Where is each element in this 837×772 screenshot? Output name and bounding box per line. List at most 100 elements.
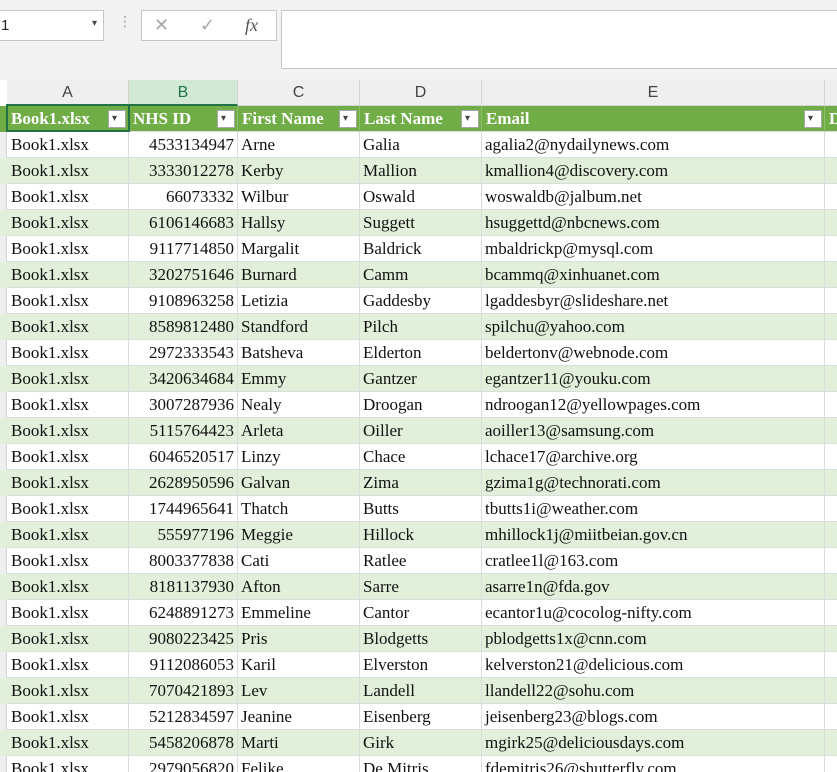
table-cell[interactable] — [825, 470, 837, 496]
column-header-e[interactable]: E — [482, 80, 825, 106]
table-cell[interactable]: 555977196 — [129, 522, 238, 548]
table-cell[interactable] — [825, 496, 837, 522]
table-cell[interactable]: Butts — [360, 496, 482, 522]
table-cell[interactable]: Letizia — [238, 288, 360, 314]
table-cell[interactable]: Cantor — [360, 600, 482, 626]
table-cell[interactable]: 8589812480 — [129, 314, 238, 340]
table-cell[interactable]: Suggett — [360, 210, 482, 236]
table-cell[interactable]: Elderton — [360, 340, 482, 366]
table-cell[interactable] — [825, 418, 837, 444]
filter-dropdown-icon[interactable]: ▾ — [217, 110, 235, 128]
table-cell[interactable] — [825, 652, 837, 678]
table-cell[interactable]: Margalit — [238, 236, 360, 262]
table-cell[interactable]: Arne — [238, 132, 360, 158]
table-cell[interactable] — [825, 392, 837, 418]
table-cell[interactable]: Book1.xlsx — [7, 236, 129, 262]
table-cell[interactable]: Pilch — [360, 314, 482, 340]
table-cell[interactable]: spilchu@yahoo.com — [482, 314, 825, 340]
table-cell[interactable]: Standford — [238, 314, 360, 340]
table-cell[interactable]: Ratlee — [360, 548, 482, 574]
table-cell[interactable]: Emmeline — [238, 600, 360, 626]
table-cell[interactable] — [825, 574, 837, 600]
table-cell[interactable] — [825, 756, 837, 772]
table-cell[interactable]: ndroogan12@yellowpages.com — [482, 392, 825, 418]
table-cell[interactable]: Blodgetts — [360, 626, 482, 652]
table-cell[interactable]: Thatch — [238, 496, 360, 522]
table-cell[interactable]: Batsheva — [238, 340, 360, 366]
filter-dropdown-icon[interactable]: ▾ — [339, 110, 357, 128]
filter-dropdown-icon[interactable]: ▾ — [108, 110, 126, 128]
table-cell[interactable]: Book1.xlsx — [7, 366, 129, 392]
table-cell[interactable]: De Mitris — [360, 756, 482, 772]
table-cell[interactable]: Karil — [238, 652, 360, 678]
table-header-cell[interactable]: D — [825, 106, 837, 132]
table-cell[interactable]: Book1.xlsx — [7, 158, 129, 184]
table-cell[interactable]: 3420634684 — [129, 366, 238, 392]
table-cell[interactable]: llandell22@sohu.com — [482, 678, 825, 704]
formula-input[interactable] — [281, 10, 837, 69]
table-cell[interactable]: Book1.xlsx — [7, 548, 129, 574]
table-cell[interactable]: Baldrick — [360, 236, 482, 262]
table-cell[interactable]: jeisenberg23@blogs.com — [482, 704, 825, 730]
filter-dropdown-icon[interactable]: ▾ — [804, 110, 822, 128]
table-cell[interactable]: 9117714850 — [129, 236, 238, 262]
table-cell[interactable]: Oiller — [360, 418, 482, 444]
table-cell[interactable]: 5212834597 — [129, 704, 238, 730]
table-cell[interactable]: Gantzer — [360, 366, 482, 392]
table-cell[interactable]: aoiller13@samsung.com — [482, 418, 825, 444]
table-cell[interactable] — [825, 626, 837, 652]
table-cell[interactable]: 3333012278 — [129, 158, 238, 184]
table-cell[interactable]: Book1.xlsx — [7, 756, 129, 772]
table-header-cell[interactable]: NHS ID ▾ — [129, 106, 238, 132]
table-header-cell[interactable]: First Name ▾ — [238, 106, 360, 132]
table-cell[interactable]: 7070421893 — [129, 678, 238, 704]
table-cell[interactable]: hsuggettd@nbcnews.com — [482, 210, 825, 236]
table-cell[interactable] — [825, 236, 837, 262]
table-cell[interactable]: Book1.xlsx — [7, 392, 129, 418]
table-cell[interactable]: Eisenberg — [360, 704, 482, 730]
table-cell[interactable]: 5458206878 — [129, 730, 238, 756]
table-cell[interactable]: 9108963258 — [129, 288, 238, 314]
table-cell[interactable]: tbutts1i@weather.com — [482, 496, 825, 522]
table-cell[interactable]: 5115764423 — [129, 418, 238, 444]
table-cell[interactable]: Camm — [360, 262, 482, 288]
table-cell[interactable]: bcammq@xinhuanet.com — [482, 262, 825, 288]
table-cell[interactable]: 3007287936 — [129, 392, 238, 418]
table-cell[interactable]: Book1.xlsx — [7, 470, 129, 496]
table-cell[interactable]: kmallion4@discovery.com — [482, 158, 825, 184]
column-header-b[interactable]: B — [129, 80, 238, 106]
table-cell[interactable]: Elverston — [360, 652, 482, 678]
chevron-down-icon[interactable]: ▾ — [92, 18, 97, 29]
table-cell[interactable]: Pris — [238, 626, 360, 652]
table-cell[interactable]: Sarre — [360, 574, 482, 600]
insert-function-icon[interactable]: fx — [245, 15, 258, 36]
table-cell[interactable] — [825, 158, 837, 184]
table-cell[interactable]: Book1.xlsx — [7, 262, 129, 288]
table-header-cell[interactable]: Last Name ▾ — [360, 106, 482, 132]
table-cell[interactable]: Book1.xlsx — [7, 288, 129, 314]
table-cell[interactable]: fdemitris26@shutterfly.com — [482, 756, 825, 772]
table-cell[interactable]: Book1.xlsx — [7, 574, 129, 600]
table-cell[interactable] — [825, 522, 837, 548]
table-cell[interactable]: pblodgetts1x@cnn.com — [482, 626, 825, 652]
table-cell[interactable]: Cati — [238, 548, 360, 574]
table-cell[interactable]: Galia — [360, 132, 482, 158]
table-cell[interactable]: Book1.xlsx — [7, 444, 129, 470]
table-cell[interactable]: 8003377838 — [129, 548, 238, 574]
table-cell[interactable]: Book1.xlsx — [7, 314, 129, 340]
table-cell[interactable]: egantzer11@youku.com — [482, 366, 825, 392]
table-cell[interactable]: mgirk25@deliciousdays.com — [482, 730, 825, 756]
column-header-f[interactable] — [825, 80, 837, 106]
table-cell[interactable]: Mallion — [360, 158, 482, 184]
table-header-cell[interactable]: Book1.xlsx ▾ — [7, 106, 129, 132]
table-header-cell[interactable]: Email ▾ — [482, 106, 825, 132]
table-cell[interactable]: Gaddesby — [360, 288, 482, 314]
table-cell[interactable]: Book1.xlsx — [7, 626, 129, 652]
table-cell[interactable]: 6248891273 — [129, 600, 238, 626]
table-cell[interactable]: 6046520517 — [129, 444, 238, 470]
filter-dropdown-icon[interactable]: ▾ — [461, 110, 479, 128]
table-cell[interactable]: Book1.xlsx — [7, 704, 129, 730]
table-cell[interactable]: Wilbur — [238, 184, 360, 210]
table-cell[interactable]: Meggie — [238, 522, 360, 548]
table-cell[interactable]: Galvan — [238, 470, 360, 496]
